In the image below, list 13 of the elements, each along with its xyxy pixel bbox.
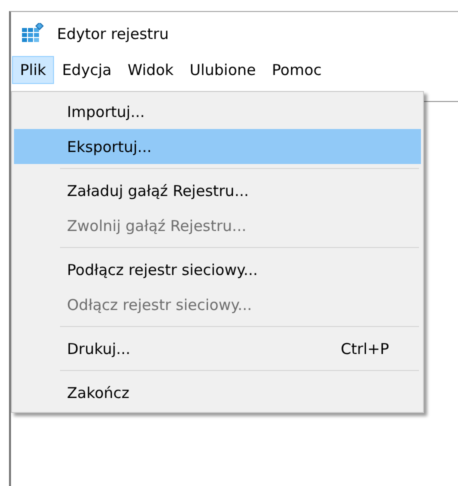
menu-bar-item[interactable]: Plik	[12, 56, 54, 84]
menu-item[interactable]: Zakończ	[14, 375, 421, 410]
menu-bar-item[interactable]: Edycja	[54, 56, 120, 84]
menu-item[interactable]: Podłącz rejestr sieciowy...	[14, 252, 421, 287]
registry-cubes-icon	[22, 23, 44, 43]
menu-item[interactable]: Eksportuj...	[14, 129, 421, 164]
menu-item[interactable]: Drukuj... Ctrl+P	[14, 331, 421, 366]
menu-bar-item[interactable]: Pomoc	[264, 56, 330, 84]
menu-item[interactable]: Załaduj gałąź Rejestru...	[14, 173, 421, 208]
menu-item[interactable]: Importuj...	[14, 94, 421, 129]
window-title: Edytor rejestru	[57, 25, 169, 43]
menu-bar-item[interactable]: Ulubione	[182, 56, 264, 84]
menu-bar-item[interactable]: Widok	[120, 56, 182, 84]
